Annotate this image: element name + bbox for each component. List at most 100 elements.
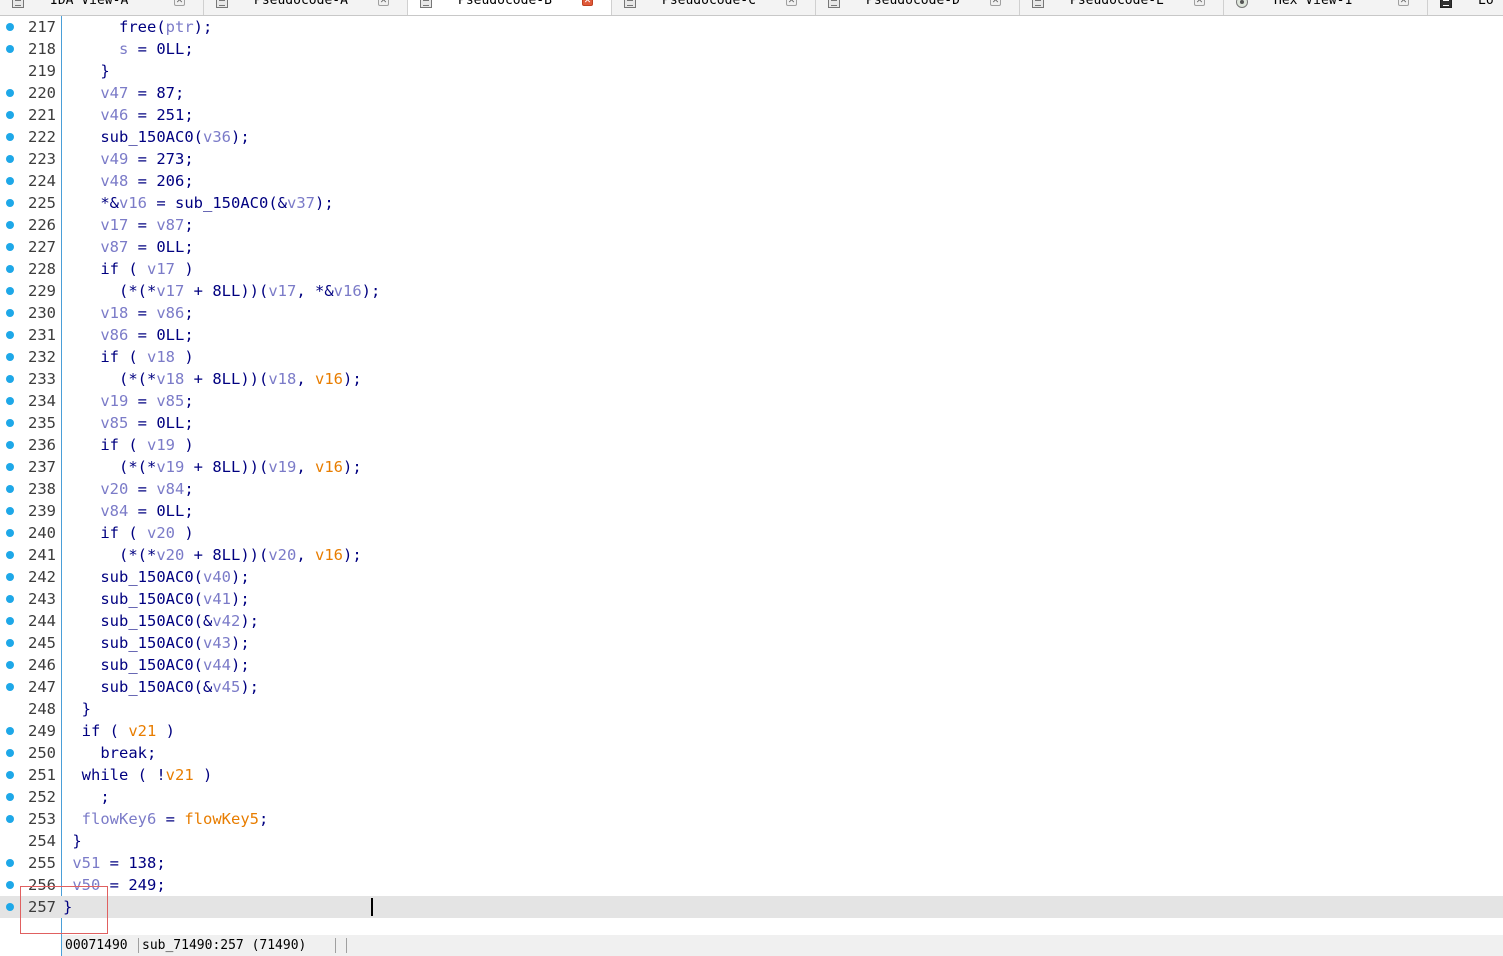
breakpoint-dot-icon[interactable]: [6, 793, 14, 801]
breakpoint-dot-icon[interactable]: [6, 815, 14, 823]
breakpoint-dot-icon[interactable]: [6, 595, 14, 603]
code-line[interactable]: 239 v84 = 0LL;: [0, 500, 1503, 522]
code-line[interactable]: 229 (*(*v17 + 8LL))(v17, *&v16);: [0, 280, 1503, 302]
tab-pseudocode-c[interactable]: Pseudocode-C ✕: [612, 0, 816, 15]
pseudocode-view[interactable]: 217 free(ptr); 218 s = 0LL; 219 } 220 v47 =…: [0, 16, 1503, 918]
code-text[interactable]: if ( v17 ): [63, 258, 193, 280]
code-text[interactable]: v20 = v84;: [63, 478, 193, 500]
breakpoint-dot-icon[interactable]: [6, 331, 14, 339]
breakpoint-dot-icon[interactable]: [6, 133, 14, 141]
breakpoint-dot-icon[interactable]: [6, 529, 14, 537]
tab-pseudocode-b[interactable]: Pseudocode-B ✕: [408, 0, 612, 15]
code-text[interactable]: (*(*v19 + 8LL))(v19, v16);: [63, 456, 362, 478]
code-text[interactable]: sub_150AC0(&v45);: [63, 676, 259, 698]
breakpoint-dot-icon[interactable]: [6, 903, 14, 911]
code-text[interactable]: flowKey6 = flowKey5;: [63, 808, 269, 830]
breakpoint-dot-icon[interactable]: [6, 441, 14, 449]
breakpoint-dot-icon[interactable]: [6, 397, 14, 405]
tab-pseudocode-e[interactable]: Pseudocode-E ✕: [1020, 0, 1224, 15]
code-line[interactable]: 222 sub_150AC0(v36);: [0, 126, 1503, 148]
breakpoint-dot-icon[interactable]: [6, 771, 14, 779]
tab-pseudocode-d[interactable]: Pseudocode-D ✕: [816, 0, 1020, 15]
code-line[interactable]: 244 sub_150AC0(&v42);: [0, 610, 1503, 632]
code-line[interactable]: 225 *&v16 = sub_150AC0(&v37);: [0, 192, 1503, 214]
breakpoint-dot-icon[interactable]: [6, 155, 14, 163]
code-text[interactable]: free(ptr);: [63, 16, 212, 38]
code-text[interactable]: v18 = v86;: [63, 302, 193, 324]
breakpoint-dot-icon[interactable]: [6, 177, 14, 185]
breakpoint-dot-icon[interactable]: [6, 287, 14, 295]
code-text[interactable]: break;: [63, 742, 156, 764]
code-text[interactable]: while ( !v21 ): [63, 764, 213, 786]
close-icon[interactable]: ✕: [1194, 0, 1205, 6]
code-line[interactable]: 234 v19 = v85;: [0, 390, 1503, 412]
breakpoint-dot-icon[interactable]: [6, 639, 14, 647]
code-line[interactable]: 235 v85 = 0LL;: [0, 412, 1503, 434]
code-line[interactable]: 236 if ( v19 ): [0, 434, 1503, 456]
breakpoint-dot-icon[interactable]: [6, 89, 14, 97]
code-text[interactable]: v49 = 273;: [63, 148, 193, 170]
code-line[interactable]: 221 v46 = 251;: [0, 104, 1503, 126]
code-text[interactable]: sub_150AC0(v36);: [63, 126, 249, 148]
code-text[interactable]: sub_150AC0(v40);: [63, 566, 249, 588]
code-line[interactable]: 248 }: [0, 698, 1503, 720]
code-text[interactable]: }: [63, 60, 109, 82]
tab-lo[interactable]: Lo: [1428, 0, 1503, 15]
code-text[interactable]: if ( v21 ): [63, 720, 175, 742]
code-text[interactable]: v51 = 138;: [63, 852, 165, 874]
code-text[interactable]: (*(*v20 + 8LL))(v20, v16);: [63, 544, 362, 566]
breakpoint-dot-icon[interactable]: [6, 221, 14, 229]
tab-ida-view-a[interactable]: IDA View-A ✕: [0, 0, 204, 15]
code-line[interactable]: 224 v48 = 206;: [0, 170, 1503, 192]
code-line[interactable]: 242 sub_150AC0(v40);: [0, 566, 1503, 588]
code-line[interactable]: 252 ;: [0, 786, 1503, 808]
code-line[interactable]: 217 free(ptr);: [0, 16, 1503, 38]
code-text[interactable]: sub_150AC0(v44);: [63, 654, 249, 676]
breakpoint-dot-icon[interactable]: [6, 45, 14, 53]
breakpoint-dot-icon[interactable]: [6, 859, 14, 867]
code-line[interactable]: 218 s = 0LL;: [0, 38, 1503, 60]
code-line[interactable]: 253 flowKey6 = flowKey5;: [0, 808, 1503, 830]
breakpoint-dot-icon[interactable]: [6, 309, 14, 317]
code-line[interactable]: 241 (*(*v20 + 8LL))(v20, v16);: [0, 544, 1503, 566]
code-line[interactable]: 247 sub_150AC0(&v45);: [0, 676, 1503, 698]
code-line[interactable]: 228 if ( v17 ): [0, 258, 1503, 280]
code-text[interactable]: v48 = 206;: [63, 170, 193, 192]
breakpoint-dot-icon[interactable]: [6, 727, 14, 735]
breakpoint-dot-icon[interactable]: [6, 111, 14, 119]
close-icon[interactable]: ✕: [174, 0, 185, 6]
close-icon[interactable]: ✕: [786, 0, 797, 6]
breakpoint-dot-icon[interactable]: [6, 573, 14, 581]
code-line[interactable]: 231 v86 = 0LL;: [0, 324, 1503, 346]
code-text[interactable]: if ( v18 ): [63, 346, 193, 368]
breakpoint-dot-icon[interactable]: [6, 507, 14, 515]
code-line[interactable]: 227 v87 = 0LL;: [0, 236, 1503, 258]
code-line[interactable]: 233 (*(*v18 + 8LL))(v18, v16);: [0, 368, 1503, 390]
breakpoint-dot-icon[interactable]: [6, 749, 14, 757]
code-text[interactable]: v47 = 87;: [63, 82, 184, 104]
close-icon[interactable]: ✕: [582, 0, 593, 6]
breakpoint-dot-icon[interactable]: [6, 419, 14, 427]
code-text[interactable]: v19 = v85;: [63, 390, 193, 412]
code-line[interactable]: 223 v49 = 273;: [0, 148, 1503, 170]
breakpoint-dot-icon[interactable]: [6, 881, 14, 889]
code-line[interactable]: 251 while ( !v21 ): [0, 764, 1503, 786]
breakpoint-dot-icon[interactable]: [6, 353, 14, 361]
code-line[interactable]: 219 }: [0, 60, 1503, 82]
breakpoint-dot-icon[interactable]: [6, 23, 14, 31]
breakpoint-dot-icon[interactable]: [6, 551, 14, 559]
close-icon[interactable]: ✕: [378, 0, 389, 6]
code-text[interactable]: v17 = v87;: [63, 214, 193, 236]
code-text[interactable]: if ( v19 ): [63, 434, 193, 456]
code-line[interactable]: 220 v47 = 87;: [0, 82, 1503, 104]
code-text[interactable]: v84 = 0LL;: [63, 500, 193, 522]
code-text[interactable]: }: [63, 698, 91, 720]
code-text[interactable]: v46 = 251;: [63, 104, 193, 126]
code-line[interactable]: 246 sub_150AC0(v44);: [0, 654, 1503, 676]
code-text[interactable]: sub_150AC0(&v42);: [63, 610, 259, 632]
close-icon[interactable]: ✕: [1398, 0, 1409, 6]
code-line[interactable]: 249 if ( v21 ): [0, 720, 1503, 742]
code-line[interactable]: 245 sub_150AC0(v43);: [0, 632, 1503, 654]
code-line[interactable]: 250 break;: [0, 742, 1503, 764]
code-text[interactable]: (*(*v18 + 8LL))(v18, v16);: [63, 368, 362, 390]
